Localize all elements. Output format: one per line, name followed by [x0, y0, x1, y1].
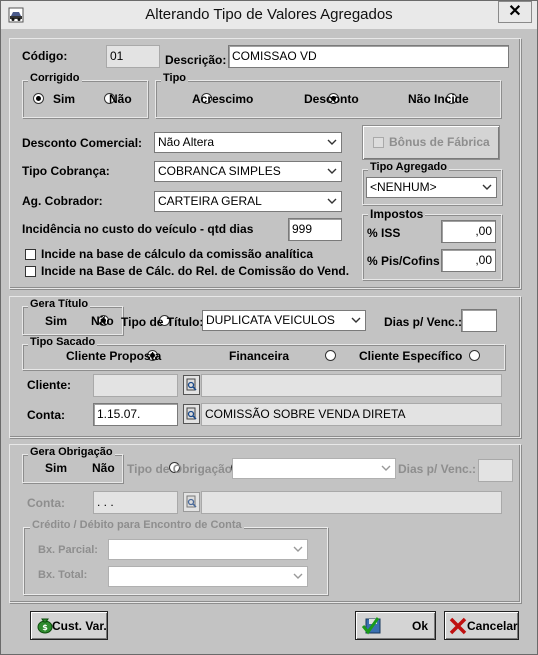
- conta-label: Conta:: [27, 408, 65, 422]
- bx-parcial-select[interactable]: [108, 539, 308, 560]
- tipo-cobranca-label: Tipo Cobrança:: [22, 164, 110, 178]
- incide-comissao-label[interactable]: Incide na base de cálculo da comissão an…: [41, 247, 313, 261]
- descricao-field[interactable]: COMISSAO VD: [228, 45, 509, 68]
- incide-rel-comissao-label[interactable]: Incide na Base de Cálc. do Rel. de Comis…: [41, 264, 349, 278]
- dias-venc-label: Dias p/ Venc.:: [384, 315, 463, 329]
- conta-name-field: COMISSÃO SOBRE VENDA DIRETA: [201, 403, 502, 426]
- cliente-code-field[interactable]: [93, 374, 178, 397]
- chevron-down-icon: [351, 317, 361, 323]
- gera-obrigacao-nao-label[interactable]: Não: [92, 461, 115, 475]
- incidencia-label: Incidência no custo do veículo - qtd dia…: [22, 222, 254, 236]
- gera-titulo-sim-label[interactable]: Sim: [45, 314, 67, 328]
- cancel-x-icon: [449, 617, 467, 635]
- ag-cobrador-value: CARTEIRA GERAL: [158, 194, 262, 208]
- tipo-agregado-value: <NENHUM>: [370, 180, 437, 194]
- gera-obrigacao-title: Gera Obrigação: [28, 446, 115, 458]
- bonus-fabrica-checkbox[interactable]: [373, 137, 384, 148]
- codigo-field[interactable]: 01: [106, 45, 160, 68]
- chevron-down-icon: [381, 465, 391, 471]
- ag-cobrador-label: Ag. Cobrador:: [22, 194, 103, 208]
- piscofins-field[interactable]: ,00: [441, 249, 496, 272]
- ok-button[interactable]: Ok: [355, 611, 436, 640]
- chevron-down-icon: [327, 139, 337, 145]
- cliente-label: Cliente:: [27, 378, 72, 392]
- desconto-comercial-label: Desconto Comercial:: [22, 136, 143, 150]
- sacado-financeira-label[interactable]: Financeira: [229, 349, 289, 363]
- sacado-cliente-especifico-label[interactable]: Cliente Específico: [359, 349, 462, 363]
- search-lookup-icon: [186, 407, 197, 420]
- conta2-label: Conta:: [27, 496, 65, 510]
- conta2-code-field[interactable]: . . .: [93, 491, 178, 514]
- desconto-comercial-select[interactable]: Não Altera: [154, 132, 342, 153]
- iss-field[interactable]: ,00: [441, 220, 496, 243]
- svg-text:$: $: [42, 623, 48, 632]
- tipo-obrigacao-select[interactable]: [232, 458, 396, 479]
- tipo-agregado-title: Tipo Agregado: [368, 161, 449, 173]
- descricao-label: Descrição:: [165, 53, 227, 67]
- gera-titulo-title: Gera Título: [28, 298, 91, 310]
- cust-var-label: Cust. Var.: [52, 619, 107, 633]
- conta2-name-field: [201, 491, 502, 514]
- cancel-button[interactable]: Cancelar: [444, 611, 519, 640]
- tipo-nao-incide-label[interactable]: Não Incide: [408, 92, 469, 106]
- incidencia-field[interactable]: 999: [288, 218, 342, 241]
- codigo-label: Código:: [22, 49, 68, 63]
- conta-code-field[interactable]: 1.15.07.: [93, 403, 178, 426]
- dias-venc-field[interactable]: [461, 309, 497, 332]
- window-title: Alterando Tipo de Valores Agregados: [145, 6, 393, 23]
- desconto-comercial-value: Não Altera: [158, 135, 215, 149]
- search-lookup-icon: [186, 495, 197, 508]
- bx-total-select[interactable]: [108, 566, 308, 587]
- tipo-desconto-label[interactable]: Desconto: [304, 92, 359, 106]
- iss-label: % ISS: [367, 226, 401, 240]
- bonus-fabrica-label[interactable]: Bônus de Fábrica: [389, 135, 490, 149]
- cancel-label: Cancelar: [467, 619, 518, 633]
- dias-venc2-field[interactable]: [478, 459, 513, 482]
- chevron-down-icon: [293, 573, 303, 579]
- bx-total-label: Bx. Total:: [38, 569, 88, 581]
- credito-debito-title: Crédito / Débito para Encontro de Conta: [30, 519, 244, 531]
- corrigido-nao-label[interactable]: Não: [109, 92, 132, 106]
- sacado-financeira-radio[interactable]: [324, 350, 336, 361]
- piscofins-label: % Pis/Cofins: [367, 254, 440, 268]
- tipo-agregado-select[interactable]: <NENHUM>: [366, 177, 497, 198]
- chevron-down-icon: [482, 184, 492, 190]
- chevron-down-icon: [327, 198, 337, 204]
- chevron-down-icon: [293, 546, 303, 552]
- impostos-title: Impostos: [368, 207, 426, 221]
- incide-comissao-checkbox[interactable]: [25, 249, 36, 260]
- ok-check-icon: [362, 617, 381, 635]
- tipo-titulo-label: Tipo de Título:: [121, 315, 204, 329]
- gera-obrigacao-sim-label[interactable]: Sim: [45, 461, 67, 475]
- tipo-titulo-value: DUPLICATA VEICULOS: [206, 313, 335, 327]
- bx-parcial-label: Bx. Parcial:: [38, 544, 98, 556]
- conta2-lookup-button[interactable]: [183, 492, 200, 512]
- tipo-cobranca-select[interactable]: COBRANCA SIMPLES: [154, 161, 342, 182]
- tipo-obrigacao-label: Tipo de Obrigação:: [127, 462, 237, 476]
- search-lookup-icon: [186, 378, 197, 391]
- dias-venc2-label: Dias p/ Venc.:: [398, 462, 477, 476]
- tipo-titulo-select[interactable]: DUPLICATA VEICULOS: [202, 310, 366, 331]
- incide-rel-comissao-checkbox[interactable]: [25, 266, 36, 277]
- corrigido-title: Corrigido: [28, 72, 82, 84]
- close-button[interactable]: ✕: [498, 1, 532, 23]
- conta-lookup-button[interactable]: [183, 404, 200, 424]
- tipo-title: Tipo: [161, 72, 189, 84]
- tipo-sacado-title: Tipo Sacado: [28, 336, 98, 348]
- gera-titulo-nao-label[interactable]: Não: [91, 314, 114, 328]
- ag-cobrador-select[interactable]: CARTEIRA GERAL: [154, 191, 342, 212]
- corrigido-sim-label[interactable]: Sim: [53, 92, 75, 106]
- cliente-name-field: [201, 374, 502, 397]
- chevron-down-icon: [327, 168, 337, 174]
- cliente-lookup-button[interactable]: [183, 375, 200, 395]
- ok-label: Ok: [412, 619, 429, 633]
- sacado-cliente-proposta-label[interactable]: Cliente Proposta: [66, 349, 161, 363]
- tipo-acrescimo-label[interactable]: Acrescimo: [192, 92, 253, 106]
- tipo-cobranca-value: COBRANCA SIMPLES: [158, 164, 281, 178]
- cust-var-button[interactable]: $ Cust. Var.: [30, 611, 108, 640]
- corrigido-sim-radio[interactable]: [33, 93, 44, 104]
